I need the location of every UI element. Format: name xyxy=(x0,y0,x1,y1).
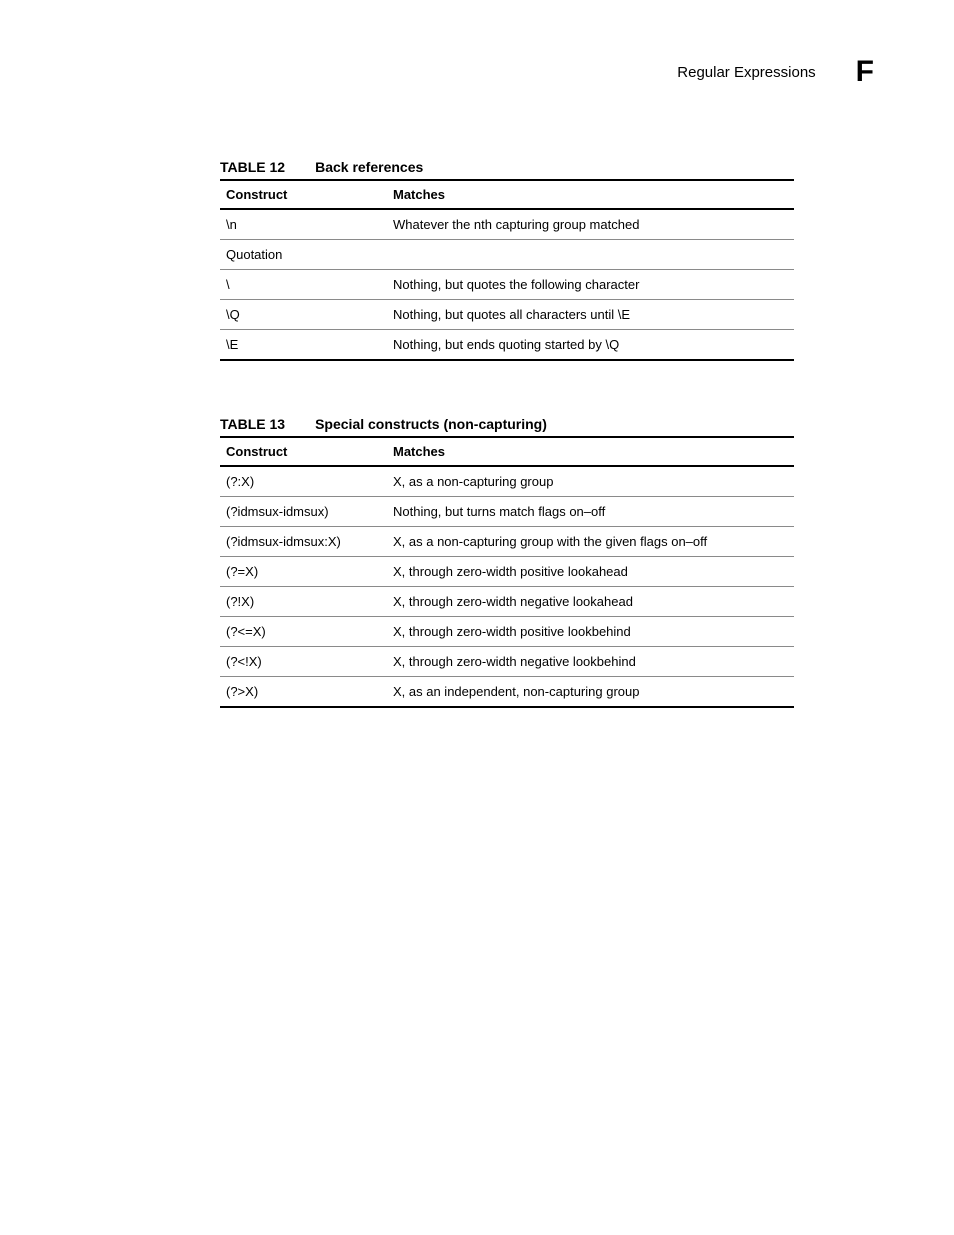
cell-matches: X, through zero-width negative lookahead xyxy=(387,587,794,617)
cell-matches: X, through zero-width positive lookbehin… xyxy=(387,617,794,647)
cell-matches: Nothing, but quotes the following charac… xyxy=(387,270,794,300)
table-13-caption: TABLE 13 Special constructs (non-capturi… xyxy=(220,416,794,432)
table-13-header-row: Construct Matches xyxy=(220,437,794,466)
table-13-title: Special constructs (non-capturing) xyxy=(315,416,547,432)
cell-construct: (?<=X) xyxy=(220,617,387,647)
table-12: Construct Matches \n Whatever the nth ca… xyxy=(220,179,794,361)
table-12-col-construct: Construct xyxy=(220,180,387,209)
table-13-block: TABLE 13 Special constructs (non-capturi… xyxy=(220,416,794,708)
header-letter: F xyxy=(856,55,874,89)
cell-construct: (?idmsux-idmsux) xyxy=(220,497,387,527)
cell-matches: Nothing, but turns match flags on–off xyxy=(387,497,794,527)
cell-construct: (?>X) xyxy=(220,677,387,708)
cell-construct: \Q xyxy=(220,300,387,330)
table-row: Quotation xyxy=(220,240,794,270)
table-row: (?!X) X, through zero-width negative loo… xyxy=(220,587,794,617)
table-row: (?=X) X, through zero-width positive loo… xyxy=(220,557,794,587)
table-12-col-matches: Matches xyxy=(387,180,794,209)
cell-matches: Nothing, but ends quoting started by \Q xyxy=(387,330,794,361)
cell-matches: X, through zero-width positive lookahead xyxy=(387,557,794,587)
cell-construct: (?idmsux-idmsux:X) xyxy=(220,527,387,557)
cell-construct: (?:X) xyxy=(220,466,387,497)
cell-matches: Nothing, but quotes all characters until… xyxy=(387,300,794,330)
table-row: (?<!X) X, through zero-width negative lo… xyxy=(220,647,794,677)
table-13: Construct Matches (?:X) X, as a non-capt… xyxy=(220,436,794,708)
cell-matches: X, as a non-capturing group with the giv… xyxy=(387,527,794,557)
cell-matches: Whatever the nth capturing group matched xyxy=(387,209,794,240)
table-12-label: TABLE 12 xyxy=(220,159,285,175)
cell-construct: \E xyxy=(220,330,387,361)
table-12-block: TABLE 12 Back references Construct Match… xyxy=(220,159,794,361)
table-13-label: TABLE 13 xyxy=(220,416,285,432)
section-heading-cell: Quotation xyxy=(220,240,794,270)
cell-construct: \n xyxy=(220,209,387,240)
cell-construct: (?=X) xyxy=(220,557,387,587)
table-13-col-construct: Construct xyxy=(220,437,387,466)
cell-matches: X, as a non-capturing group xyxy=(387,466,794,497)
table-row: \ Nothing, but quotes the following char… xyxy=(220,270,794,300)
cell-construct: \ xyxy=(220,270,387,300)
cell-matches: X, as an independent, non-capturing grou… xyxy=(387,677,794,708)
table-12-title: Back references xyxy=(315,159,423,175)
table-row: \E Nothing, but ends quoting started by … xyxy=(220,330,794,361)
table-row: \Q Nothing, but quotes all characters un… xyxy=(220,300,794,330)
header-title: Regular Expressions xyxy=(677,64,815,81)
page-header: Regular Expressions F xyxy=(60,55,894,89)
content-area: TABLE 12 Back references Construct Match… xyxy=(220,159,794,708)
table-row: (?idmsux-idmsux:X) X, as a non-capturing… xyxy=(220,527,794,557)
table-12-caption: TABLE 12 Back references xyxy=(220,159,794,175)
cell-construct: (?<!X) xyxy=(220,647,387,677)
table-row: \n Whatever the nth capturing group matc… xyxy=(220,209,794,240)
table-row: (?idmsux-idmsux) Nothing, but turns matc… xyxy=(220,497,794,527)
cell-construct: (?!X) xyxy=(220,587,387,617)
page: Regular Expressions F TABLE 12 Back refe… xyxy=(0,0,954,1235)
table-row: (?:X) X, as a non-capturing group xyxy=(220,466,794,497)
table-12-header-row: Construct Matches xyxy=(220,180,794,209)
table-13-col-matches: Matches xyxy=(387,437,794,466)
table-row: (?>X) X, as an independent, non-capturin… xyxy=(220,677,794,708)
cell-matches: X, through zero-width negative lookbehin… xyxy=(387,647,794,677)
table-row: (?<=X) X, through zero-width positive lo… xyxy=(220,617,794,647)
